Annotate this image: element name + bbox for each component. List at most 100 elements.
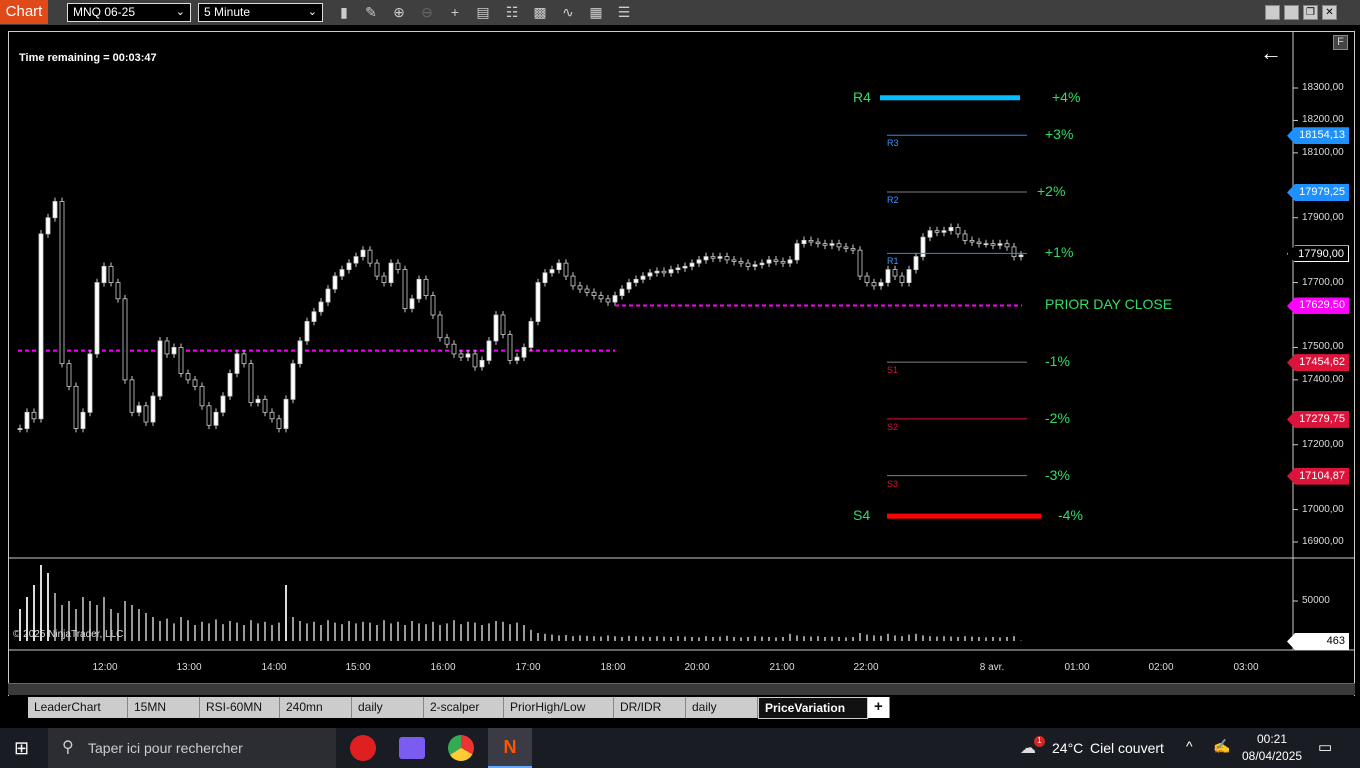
tab-daily[interactable]: daily bbox=[352, 697, 424, 718]
candle bbox=[353, 256, 359, 264]
price-tick-label: 17400,00 bbox=[1302, 373, 1344, 385]
volume-bar bbox=[978, 637, 980, 641]
clock-time[interactable]: 00:21 bbox=[1257, 732, 1287, 746]
level-pct-r4: +4% bbox=[1052, 88, 1081, 105]
candle bbox=[283, 398, 289, 429]
chevron-up-icon[interactable]: ^ bbox=[1186, 738, 1193, 754]
horizontal-scrollbar[interactable] bbox=[8, 683, 1355, 695]
candle bbox=[885, 269, 891, 283]
volume-bar bbox=[880, 635, 882, 641]
level-pct-r2: +2% bbox=[1037, 183, 1066, 200]
price-tick-label: 18300,00 bbox=[1302, 82, 1344, 93]
volume-bar bbox=[943, 636, 945, 641]
volume-current-label: 463 bbox=[1287, 633, 1349, 650]
weather-temp[interactable]: 24°C bbox=[1052, 740, 1083, 756]
candle bbox=[206, 405, 212, 426]
candle bbox=[549, 269, 555, 274]
chart-canvas[interactable] bbox=[0, 0, 1360, 700]
clock-date[interactable]: 08/04/2025 bbox=[1242, 749, 1302, 763]
candle bbox=[836, 243, 842, 248]
candle bbox=[808, 240, 814, 243]
candle bbox=[409, 298, 415, 309]
ninjatrader-icon[interactable]: N bbox=[488, 728, 532, 768]
volume-bar bbox=[194, 625, 196, 641]
windows-start-icon[interactable]: ⊞ bbox=[14, 738, 29, 759]
pen-icon[interactable]: ✍ bbox=[1213, 738, 1230, 755]
volume-bar bbox=[719, 636, 721, 641]
candle bbox=[1004, 243, 1010, 248]
candle bbox=[899, 275, 905, 283]
time-axis-label: 02:00 bbox=[1148, 662, 1174, 673]
copyright: © 2025 NinjaTrader, LLC bbox=[13, 629, 124, 640]
candle bbox=[213, 411, 219, 426]
volume-bar bbox=[663, 636, 665, 641]
candle bbox=[717, 256, 723, 259]
price-marker-label: 17979,25 bbox=[1287, 184, 1349, 202]
candle bbox=[962, 233, 968, 241]
candle bbox=[766, 259, 772, 264]
candle bbox=[87, 353, 93, 413]
level-pct-s1: -1% bbox=[1045, 353, 1070, 370]
price-marker-label: 17104,87 bbox=[1287, 467, 1349, 485]
volume-bar bbox=[726, 635, 728, 641]
add-tab-button[interactable]: + bbox=[868, 697, 890, 718]
volume-bar bbox=[502, 621, 504, 641]
candle bbox=[227, 372, 233, 397]
level-name-s1: S1 bbox=[887, 365, 899, 376]
flag-button[interactable]: F bbox=[1333, 35, 1348, 50]
candle bbox=[997, 243, 1003, 246]
time-axis-label: 18:00 bbox=[600, 662, 626, 673]
tab-daily[interactable]: daily bbox=[686, 697, 758, 718]
volume-bar bbox=[915, 633, 917, 641]
volume-bar bbox=[824, 637, 826, 641]
candle bbox=[787, 259, 793, 264]
candle bbox=[500, 314, 506, 335]
volume-bar bbox=[460, 624, 462, 641]
app-icon-clipchamp[interactable] bbox=[399, 737, 425, 759]
tab-rsi-60mn[interactable]: RSI-60MN bbox=[200, 697, 280, 718]
candle bbox=[129, 379, 135, 413]
tab-leaderchart[interactable]: LeaderChart bbox=[28, 697, 128, 718]
level-pct-r3: +3% bbox=[1045, 126, 1074, 143]
taskbar-search[interactable]: ⚲ Taper ici pour rechercher bbox=[48, 728, 336, 768]
app-icon-red[interactable] bbox=[350, 735, 376, 761]
volume-bar bbox=[418, 623, 420, 641]
candle bbox=[360, 249, 366, 258]
candle bbox=[332, 275, 338, 290]
price-tick-label: 17500,00 bbox=[1302, 341, 1344, 353]
volume-bar bbox=[817, 636, 819, 641]
tab-240mn[interactable]: 240mn bbox=[280, 697, 352, 718]
volume-bar bbox=[600, 636, 602, 641]
level-name-s2: S2 bbox=[887, 421, 899, 432]
candle bbox=[31, 411, 37, 420]
tab-15mn[interactable]: 15MN bbox=[128, 697, 200, 718]
candle bbox=[822, 243, 828, 246]
candle bbox=[682, 265, 688, 269]
volume-bar bbox=[159, 621, 161, 641]
candle bbox=[815, 241, 821, 245]
candle bbox=[416, 278, 422, 300]
arrow-left-icon[interactable]: ← bbox=[1260, 40, 1282, 66]
candle bbox=[556, 262, 562, 271]
tab-priorhigh-low[interactable]: PriorHigh/Low bbox=[504, 697, 614, 718]
volume-bar bbox=[677, 636, 679, 641]
notifications-icon[interactable]: ▭ bbox=[1318, 738, 1332, 756]
time-axis-label: 22:00 bbox=[853, 662, 879, 673]
candle bbox=[1011, 246, 1017, 258]
candle bbox=[486, 340, 492, 361]
volume-bar bbox=[621, 637, 623, 641]
volume-bar bbox=[803, 636, 805, 641]
candle bbox=[675, 267, 681, 271]
volume-bar bbox=[250, 620, 252, 641]
candle bbox=[122, 298, 128, 381]
volume-bar bbox=[327, 620, 329, 641]
volume-bar bbox=[516, 622, 518, 641]
weather-text[interactable]: Ciel couvert bbox=[1090, 740, 1164, 756]
tab-dr-idr[interactable]: DR/IDR bbox=[614, 697, 686, 718]
volume-bar bbox=[691, 637, 693, 641]
price-marker-label: 17279,75 bbox=[1287, 410, 1349, 428]
search-placeholder: Taper ici pour rechercher bbox=[88, 740, 243, 756]
tab-2-scalper[interactable]: 2-scalper bbox=[424, 697, 504, 718]
chrome-icon[interactable] bbox=[448, 735, 474, 761]
tab-pricevariation[interactable]: PriceVariation bbox=[758, 697, 868, 719]
